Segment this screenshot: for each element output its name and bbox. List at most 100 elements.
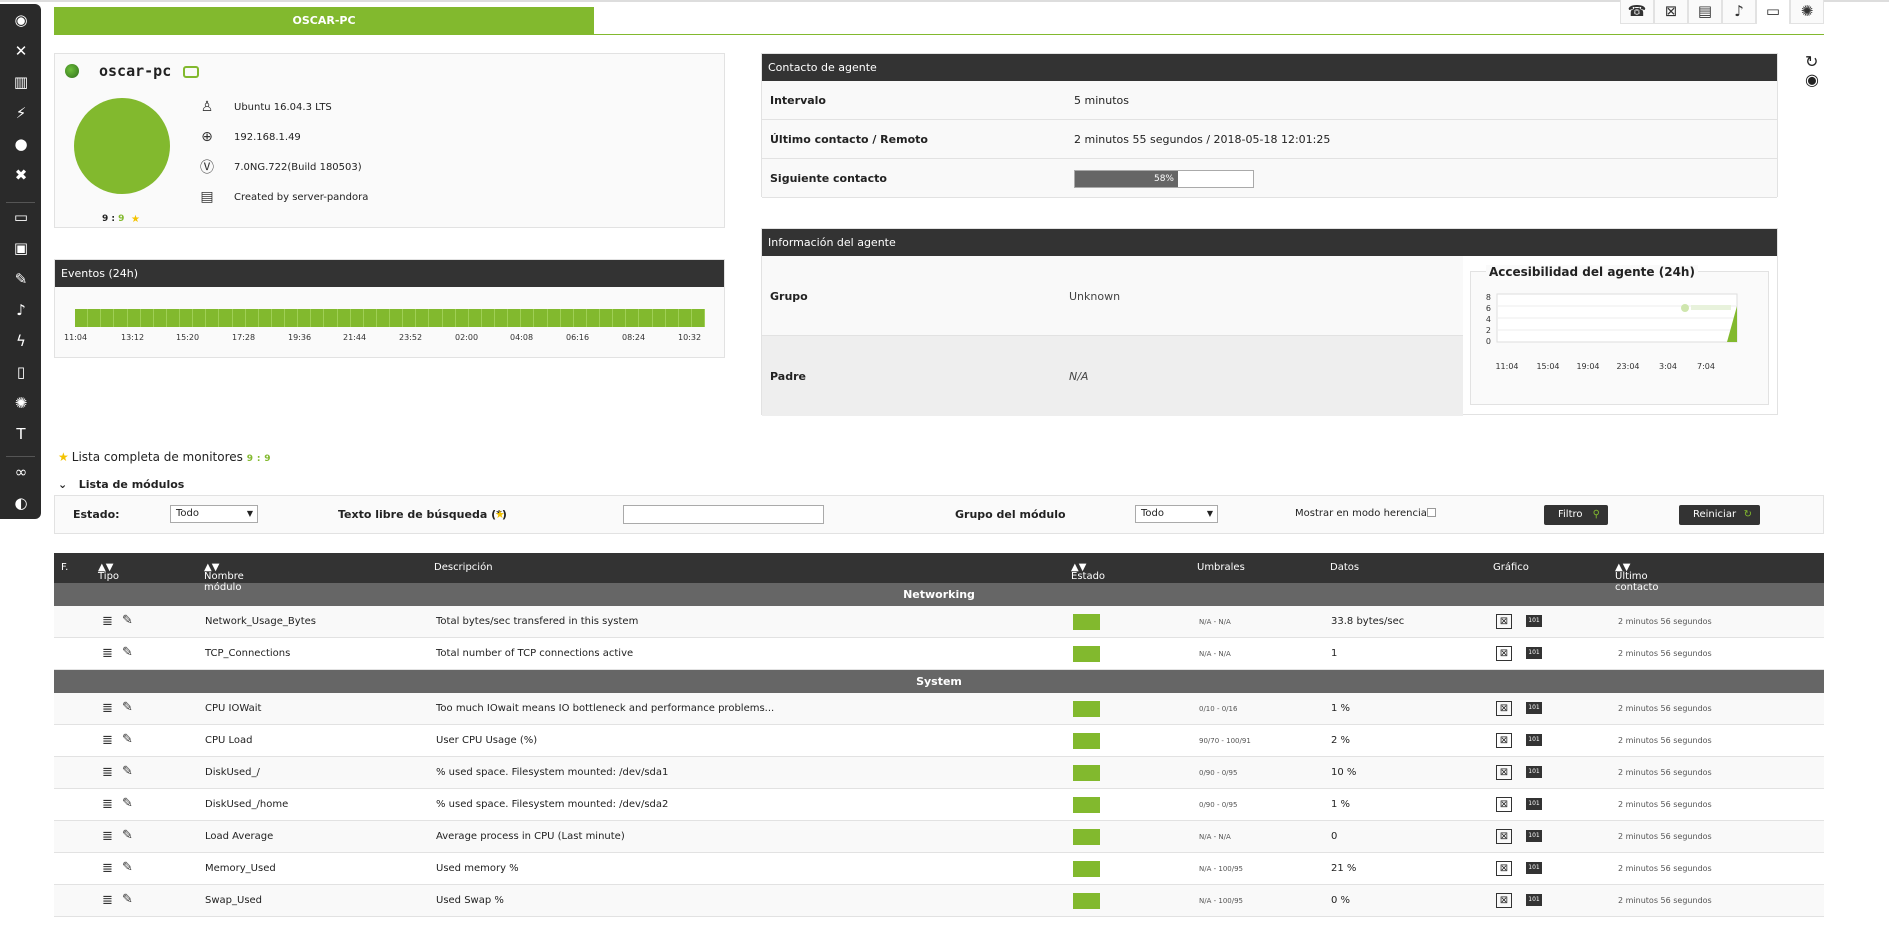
events-bar-segment [180,309,194,327]
module-name[interactable]: TCP_Connections [205,648,290,659]
raw-data-icon[interactable]: 101 [1526,862,1542,874]
graph-icon[interactable]: ⊠ [1496,614,1512,629]
events-bar-segment [613,309,627,327]
col-nombre[interactable]: Nombre módulo ▲▼ [204,562,244,593]
wrench-icon[interactable]: ✎ [122,892,133,907]
graph-icon[interactable]: ⊠ [1496,829,1512,844]
module-name[interactable]: CPU IOWait [205,703,261,714]
graph-icon[interactable]: ⊠ [1496,861,1512,876]
tools-icon[interactable]: ✖ [12,166,30,184]
graph-icon[interactable]: ⊠ [1496,733,1512,748]
graph-icon[interactable]: ⊠ [1496,701,1512,716]
wrench-icon[interactable]: ✎ [122,613,133,628]
module-last-contact: 2 minutos 56 segundos [1618,832,1712,841]
filter-button[interactable]: Filtro ⚲ [1544,505,1608,525]
events-bar-segment [639,309,653,327]
module-description: Used Swap % [436,895,504,906]
events-bar-segment [350,309,364,327]
raw-data-icon[interactable]: 101 [1526,894,1542,906]
next-contact-progress: 58% [1074,170,1254,188]
events-tick: 19:36 [288,333,312,342]
estado-select[interactable]: Todo ▼ [170,505,258,523]
graph-icon[interactable]: ⊠ [1496,765,1512,780]
graph-icon[interactable]: ⊠ [1496,797,1512,812]
wrench-icon[interactable]: ✎ [122,860,133,875]
module-group-select[interactable]: Todo ▼ [1135,505,1218,523]
table-row[interactable]: ≣ ✎ Network_Usage_Bytes Total bytes/sec tra… [54,606,1824,638]
graph-icon[interactable]: ⊠ [1496,893,1512,908]
table-row[interactable]: ≣ ✎ Memory_Used Used memory % N/A - 100/95 21… [54,853,1824,885]
wrench-icon[interactable]: ✎ [122,828,133,843]
col-estado-label: Estado [1071,571,1106,582]
circle-icon[interactable]: ◉ [1805,71,1825,89]
events-bar-segment [166,309,180,327]
wrench-icon[interactable]: ✎ [122,764,133,779]
table-row[interactable]: ≣ ✎ TCP_Connections Total number of TCP con… [54,638,1824,670]
signal-icon[interactable]: ☎ [1620,0,1654,24]
module-name[interactable]: DiskUsed_/home [205,799,288,810]
table-row[interactable]: ≣ ✎ DiskUsed_/home % used space. Filesystem… [54,789,1824,821]
graph-icon[interactable]: ⊠ [1496,646,1512,661]
alert-icon[interactable]: ♪ [1722,0,1756,24]
table-row[interactable]: ≣ ✎ Load Average Average process in CPU (La… [54,821,1824,853]
raw-data-icon[interactable]: 101 [1526,702,1542,714]
wrench-icon[interactable]: ✎ [122,700,133,715]
group-row-networking: Networking [54,583,1824,606]
dashboard-icon[interactable]: ◉ [12,11,30,29]
pandora-logo-icon[interactable]: ◐ [12,494,30,512]
contacts-icon[interactable]: ▣ [12,239,30,257]
raw-data-icon[interactable]: 101 [1526,615,1542,627]
wrench-icon[interactable]: ✎ [122,645,133,660]
graph-icon[interactable]: ⊠ [1654,0,1688,24]
events-icon[interactable]: ⚡ [12,104,30,122]
col-estado[interactable]: Estado ▲▼ [1071,562,1105,582]
module-thresholds: N/A - 100/95 [1199,897,1243,905]
refresh-icon[interactable]: ↻ [1805,53,1825,71]
raw-data-icon[interactable]: 101 [1526,766,1542,778]
raw-data-icon[interactable]: 101 [1526,734,1542,746]
wrench-icon[interactable]: ✎ [12,270,30,288]
reset-button[interactable]: Reiniciar ↻ [1679,505,1760,525]
raw-data-icon[interactable]: 101 [1526,647,1542,659]
gear-icon[interactable]: ✺ [1790,0,1824,24]
wrench-icon[interactable]: ✎ [122,732,133,747]
plug-icon[interactable]: ▭ [1756,0,1790,24]
reports-icon[interactable]: ▥ [12,73,30,91]
inherit-checkbox[interactable] [1427,508,1436,517]
module-name[interactable]: DiskUsed_/ [205,767,260,778]
module-name[interactable]: Memory_Used [205,863,276,874]
module-name[interactable]: CPU Load [205,735,253,746]
network-icon[interactable]: ✕ [12,42,30,60]
database-icon: ≣ [102,893,113,908]
hammer-icon[interactable]: T [12,425,30,443]
refresh-icon: ↻ [1743,509,1752,520]
link-icon[interactable]: ∞ [12,463,30,481]
server-icon[interactable]: ▯ [12,363,30,381]
col-tipo[interactable]: Tipo ▲▼ [98,562,119,582]
events-bar-segment [481,309,495,327]
inventory-icon[interactable]: ▤ [1688,0,1722,24]
table-row[interactable]: ≣ ✎ Swap_Used Used Swap % N/A - 100/95 0 % ⊠ 10… [54,885,1824,917]
bell-icon[interactable]: ♪ [12,301,30,319]
module-list-toggle[interactable]: ⌄ Lista de módulos [58,478,184,491]
x-tick: 3:04 [1659,362,1677,371]
creator-row: ▤ Created by server-pandora [198,187,368,207]
settings-icon[interactable]: ✺ [12,394,30,412]
table-row[interactable]: ≣ ✎ DiskUsed_/ % used space. Filesystem mou… [54,757,1824,789]
agent-tab[interactable]: OSCAR-PC [54,7,594,34]
wrench-icon[interactable]: ✎ [122,796,133,811]
agent-icon[interactable]: ▭ [12,208,30,226]
raw-data-icon[interactable]: 101 [1526,830,1542,842]
module-name[interactable]: Network_Usage_Bytes [205,616,316,627]
table-row[interactable]: ≣ ✎ CPU Load User CPU Usage (%) 90/70 - 100/… [54,725,1824,757]
col-ultimo[interactable]: Último contacto ▲▼ [1615,562,1659,593]
bolt-icon[interactable]: ϟ [12,332,30,350]
module-name[interactable]: Load Average [205,831,273,842]
search-input[interactable] [623,505,824,524]
module-data: 1 % [1331,799,1351,810]
raw-data-icon[interactable]: 101 [1526,798,1542,810]
table-row[interactable]: ≣ ✎ CPU IOWait Too much IOwait means IO bot… [54,693,1824,725]
events-bar[interactable] [75,309,705,327]
users-icon[interactable]: ● [12,135,30,153]
module-name[interactable]: Swap_Used [205,895,262,906]
